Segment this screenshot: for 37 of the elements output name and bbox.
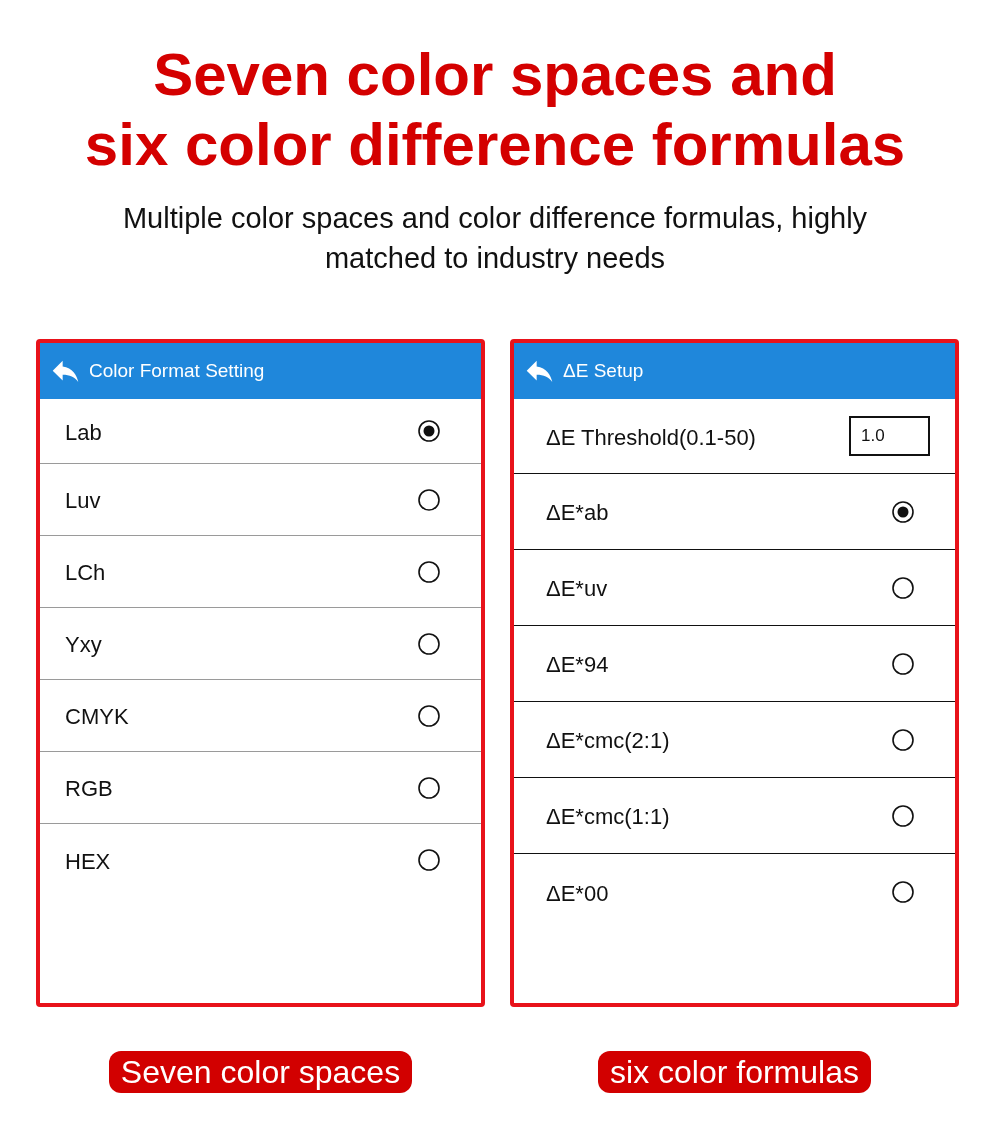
radio-button[interactable] <box>418 420 440 442</box>
option-label: ΔE*00 <box>545 879 609 907</box>
field-label: ΔE Threshold(0.1-50) <box>545 423 756 451</box>
radio-button[interactable] <box>418 849 440 871</box>
back-arrow-icon[interactable] <box>52 360 79 382</box>
option-label: Lab <box>65 418 102 446</box>
subtitle: Multiple color spaces and color difference formulas, highly matched to industry needs <box>121 201 869 276</box>
radio-button[interactable] <box>892 728 914 751</box>
option-label: Luv <box>65 487 101 514</box>
back-arrow-icon[interactable] <box>526 360 553 382</box>
option-label: RGB <box>65 775 113 802</box>
option-label: HEX <box>65 847 111 875</box>
caption-banner: Seven color spaces <box>108 1051 413 1093</box>
panel-title: Color Format Setting <box>89 360 265 382</box>
option-label: ΔE*94 <box>545 651 609 678</box>
radio-button[interactable] <box>418 704 440 727</box>
option-label: ΔE*ab <box>545 499 609 526</box>
panel-title: ΔE Setup <box>563 360 644 382</box>
option-label: ΔE*cmc(2:1) <box>545 727 670 754</box>
threshold-input[interactable]: 1.0 <box>849 416 930 456</box>
option-label: ΔE*cmc(1:1) <box>545 803 670 830</box>
radio-button[interactable] <box>892 576 914 599</box>
option-label: Yxy <box>65 631 102 658</box>
radio-button[interactable] <box>892 652 914 675</box>
radio-button[interactable] <box>418 560 440 583</box>
caption-banner: six color formulas <box>598 1051 871 1093</box>
headline: six color difference formulas <box>84 110 906 180</box>
radio-button[interactable] <box>418 776 440 799</box>
radio-button[interactable] <box>892 500 914 523</box>
radio-button[interactable] <box>418 488 440 511</box>
radio-button[interactable] <box>892 804 914 827</box>
option-label: ΔE*uv <box>545 575 608 602</box>
option-label: LCh <box>65 559 106 586</box>
radio-button[interactable] <box>418 632 440 655</box>
headline: Seven color spaces and <box>153 40 837 110</box>
radio-button[interactable] <box>892 881 914 903</box>
option-label: CMYK <box>65 703 129 730</box>
